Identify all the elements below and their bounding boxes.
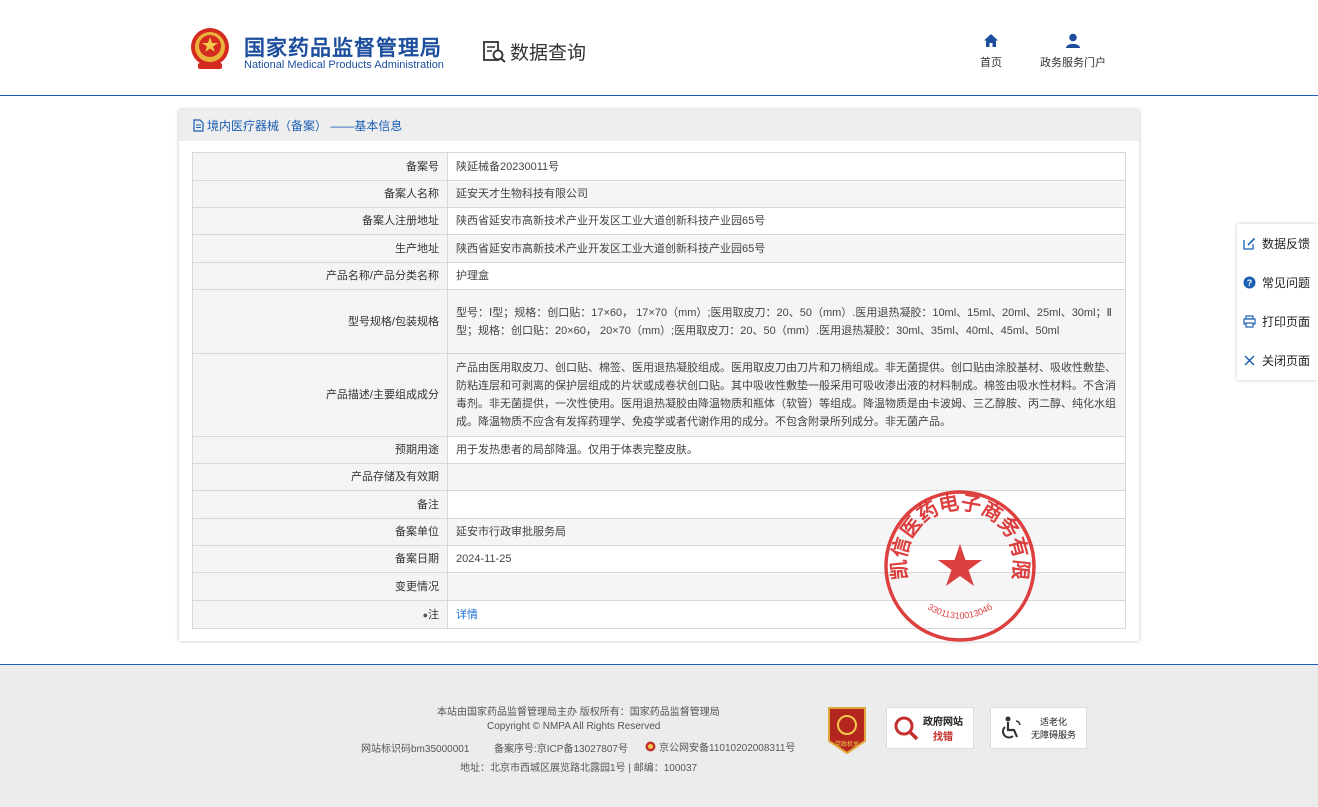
footer-address: 地址：北京市西城区展览路北露园1号 | 邮编：100037: [460, 763, 698, 774]
info-table: 备案号 陕延械备20230011号 备案人名称 延安天才生物科技有限公司 备案人…: [192, 152, 1126, 629]
row-key: 备案人名称: [192, 180, 448, 208]
nav-home-label: 首页: [980, 57, 1002, 69]
table-row: 备案单位 延安市行政审批服务局: [192, 518, 1126, 546]
table-row: 变更情况: [192, 572, 1126, 601]
site-footer: 本站由国家药品监督管理局主办 版权所有：国家药品监督管理局 Copyright …: [0, 664, 1318, 807]
nav-gov-portal[interactable]: 政务服务门户: [1040, 33, 1106, 70]
panel-title: 境内医疗器械（备案） ——基本信息: [179, 110, 1139, 141]
table-row: 预期用途 用于发热患者的局部降温。仅用于体表完整皮肤。: [192, 436, 1126, 464]
row-value: [447, 572, 1126, 601]
nav-gov-portal-label: 政务服务门户: [1040, 57, 1106, 69]
accessibility-icon: [1002, 716, 1021, 739]
row-key: 备案日期: [192, 545, 448, 573]
footer-copyright: Copyright © NMPA All Rights Reserved: [487, 721, 661, 732]
close-page-label: 关闭页面: [1262, 354, 1311, 368]
row-key: 备案人注册地址: [192, 207, 448, 235]
accessibility-badge[interactable]: 适老化 无障碍服务: [990, 707, 1087, 749]
gov-site-sublabel: 找错: [933, 732, 953, 743]
row-key: 预期用途: [192, 436, 448, 464]
panel-title-text: 境内医疗器械（备案） ——基本信息: [207, 119, 403, 133]
section-title: 数据查询: [482, 38, 586, 65]
row-value: 陕延械备20230011号: [447, 152, 1126, 181]
footer-police-text: 京公网安备11010202008311号: [659, 743, 796, 754]
detail-panel: 境内医疗器械（备案） ——基本信息 备案号 陕延械备20230011号 备案人名…: [179, 110, 1139, 641]
footer-site-id: 网站标识码bm35000001: [361, 744, 470, 755]
print-button[interactable]: 打印页面: [1237, 302, 1318, 341]
row-value: 护理盒: [447, 262, 1126, 290]
party-gov-emblem-icon: 党政机关: [828, 707, 866, 755]
table-row: 生产地址 陕西省延安市高新技术产业开发区工业大道创新科技产业园65号: [192, 234, 1126, 263]
row-key: 产品存储及有效期: [192, 463, 448, 491]
note-key-cell: ●注: [192, 600, 448, 629]
party-gov-badge[interactable]: 党政机关: [826, 705, 868, 755]
table-row: 型号规格/包装规格 型号：Ⅰ型；规格：创口贴：17×60， 17×70（mm）;…: [192, 289, 1126, 354]
gov-site-error-badge[interactable]: 政府网站 找错: [886, 707, 974, 749]
footer-police-link[interactable]: 京公网安备11010202008311号: [645, 739, 795, 754]
question-icon: ?: [1243, 276, 1256, 289]
site-header: 国家药品监督管理局 National Medical Products Admi…: [0, 0, 1318, 96]
faq-button[interactable]: ? 常见问题: [1237, 263, 1318, 302]
data-query-icon: [483, 40, 506, 63]
faq-label: 常见问题: [1262, 276, 1311, 290]
home-icon: [984, 34, 998, 47]
row-key: 备注: [192, 490, 448, 519]
row-key: 产品名称/产品分类名称: [192, 262, 448, 290]
row-key: 生产地址: [192, 234, 448, 263]
note-value-cell: 详情: [447, 600, 1126, 629]
edit-icon: [1243, 237, 1256, 250]
details-link[interactable]: 详情: [456, 609, 478, 621]
table-row: 备案人名称 延安天才生物科技有限公司: [192, 180, 1126, 208]
row-value: 延安天才生物科技有限公司: [447, 180, 1126, 208]
row-key: 变更情况: [192, 572, 448, 601]
row-key: 型号规格/包装规格: [192, 289, 448, 354]
row-value: 陕西省延安市高新技术产业开发区工业大道创新科技产业园65号: [447, 207, 1126, 235]
footer-icp-link[interactable]: 备案序号:京ICP备13027807号: [494, 740, 628, 755]
row-value: 陕西省延安市高新技术产业开发区工业大道创新科技产业园65号: [447, 234, 1126, 263]
document-icon: [193, 119, 204, 132]
national-emblem-icon: [191, 28, 229, 69]
row-value: 2024-11-25: [447, 545, 1126, 573]
accessibility-label: 适老化: [1040, 717, 1068, 727]
svg-text:?: ?: [1247, 278, 1253, 288]
footer-sponsor: 本站由国家药品监督管理局主办 版权所有：国家药品监督管理局: [437, 707, 720, 718]
print-label: 打印页面: [1262, 315, 1311, 329]
table-row: 备案号 陕延械备20230011号: [192, 152, 1126, 181]
row-value: 延安市行政审批服务局: [447, 518, 1126, 546]
police-badge-icon: [645, 741, 656, 752]
row-key: 备案号: [192, 152, 448, 181]
row-value: 用于发热患者的局部降温。仅用于体表完整皮肤。: [447, 436, 1126, 464]
table-row: 产品存储及有效期: [192, 463, 1126, 491]
table-row: 产品名称/产品分类名称 护理盒: [192, 262, 1126, 290]
row-value: [447, 490, 1126, 519]
feedback-button[interactable]: 数据反馈: [1237, 224, 1318, 263]
note-key: 注: [428, 608, 439, 621]
table-row: ●注 详情: [192, 600, 1126, 629]
row-value: 型号：Ⅰ型；规格：创口贴：17×60， 17×70（mm）;医用取皮刀：20、5…: [447, 289, 1126, 354]
row-key: 备案单位: [192, 518, 448, 546]
section-title-text: 数据查询: [510, 43, 587, 64]
table-row: 备注: [192, 490, 1126, 519]
row-key: 产品描述/主要组成成分: [192, 353, 448, 437]
close-icon: [1244, 355, 1255, 366]
table-row: 备案日期 2024-11-25: [192, 545, 1126, 573]
user-icon: [1066, 33, 1080, 48]
print-icon: [1243, 315, 1256, 328]
party-gov-label: 党政机关: [835, 740, 859, 748]
accessibility-sublabel: 无障碍服务: [1031, 730, 1077, 740]
table-row: 备案人注册地址 陕西省延安市高新技术产业开发区工业大道创新科技产业园65号: [192, 207, 1126, 235]
site-name-cn[interactable]: 国家药品监督管理局: [244, 32, 442, 62]
side-toolbar: 数据反馈 ? 常见问题 打印页面 关闭页面: [1237, 224, 1318, 380]
search-icon: [894, 716, 919, 741]
nav-home[interactable]: 首页: [980, 33, 1002, 70]
close-page-button[interactable]: 关闭页面: [1237, 341, 1318, 380]
table-row: 产品描述/主要组成成分 产品由医用取皮刀、创口贴、棉签、医用退热凝胶组成。医用取…: [192, 353, 1126, 437]
site-name-en[interactable]: National Medical Products Administration: [244, 59, 444, 71]
gov-site-label: 政府网站: [923, 717, 963, 728]
row-value: 产品由医用取皮刀、创口贴、棉签、医用退热凝胶组成。医用取皮刀由刀片和刀柄组成。非…: [447, 353, 1126, 437]
row-value: [447, 463, 1126, 491]
feedback-label: 数据反馈: [1262, 237, 1311, 251]
